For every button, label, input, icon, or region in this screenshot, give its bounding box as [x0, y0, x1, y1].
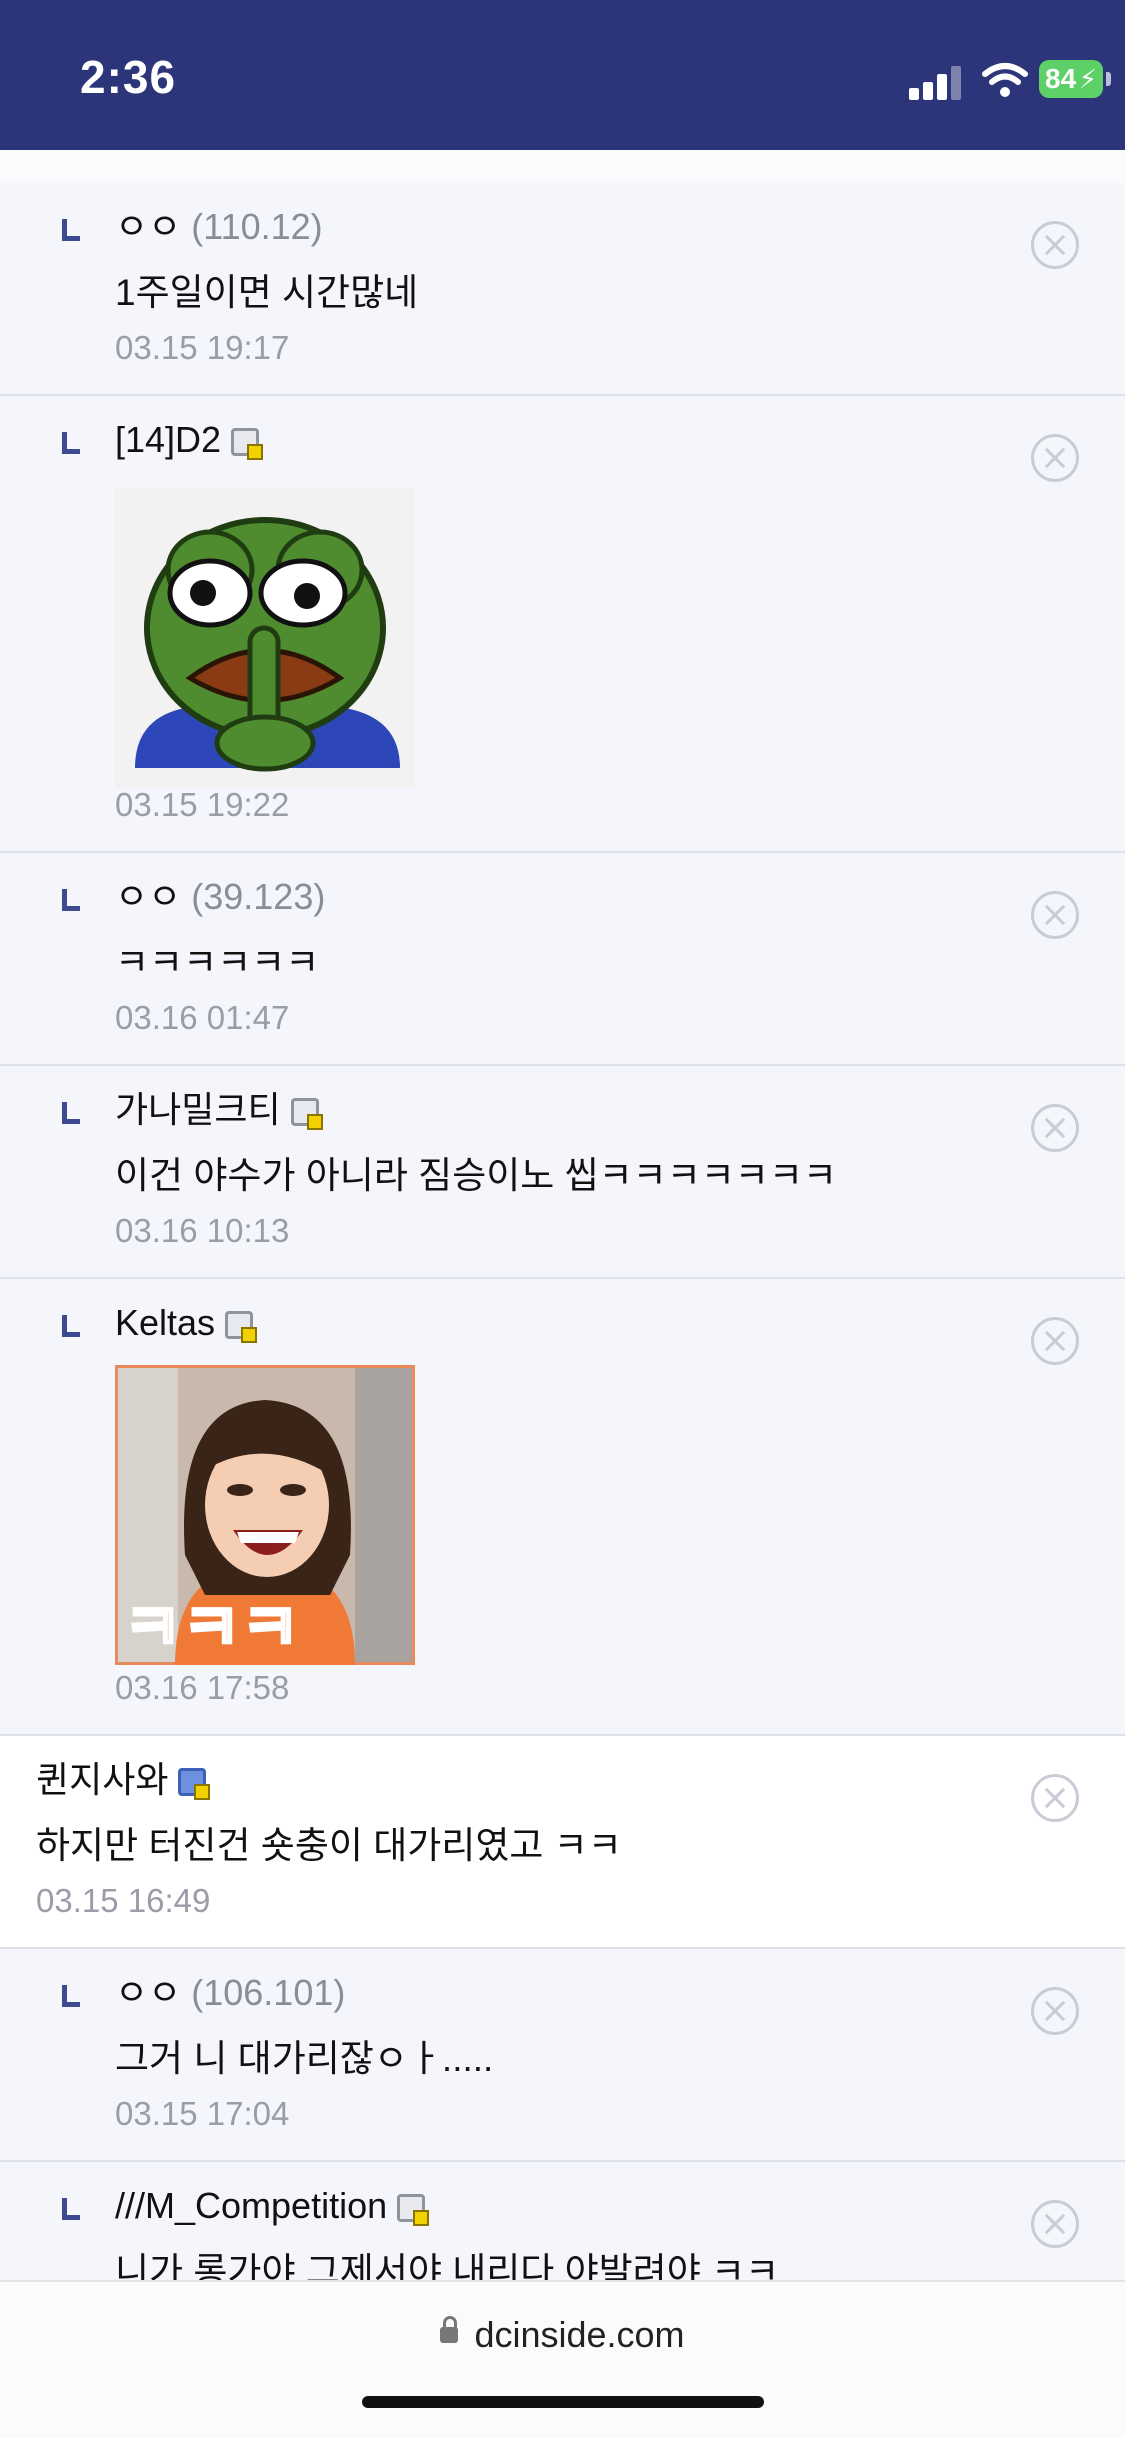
browser-bottom-bar: dcinside.com	[0, 2280, 1125, 2438]
delete-comment-button[interactable]	[1031, 891, 1079, 939]
gallery-badge-icon	[225, 1311, 258, 1344]
address-bar[interactable]: dcinside.com	[0, 2314, 1125, 2356]
reply-arrow-icon	[62, 1315, 80, 1337]
delete-comment-button[interactable]	[1031, 1774, 1079, 1822]
delete-comment-button[interactable]	[1031, 1987, 1079, 2035]
reply-arrow-icon	[62, 1985, 80, 2007]
pepe-shush-sticker	[115, 488, 415, 788]
cellular-signal-icon	[909, 64, 969, 100]
delete-comment-button[interactable]	[1031, 2200, 1079, 2248]
nickname[interactable]: ㅇㅇ	[115, 206, 181, 247]
delete-comment-button[interactable]	[1031, 1104, 1079, 1152]
laughing-girl-sticker: ㅋㅋㅋ	[115, 1365, 415, 1665]
comment-author[interactable]: ㅇㅇ (106.101)	[115, 1969, 345, 2017]
status-bar: 2:36 84 ⚡	[0, 0, 1125, 150]
comment-list: ㅇㅇ (110.12) 1주일이면 시간많네 03.15 19:17 [14]D2…	[0, 183, 1125, 2375]
home-indicator[interactable]	[362, 2396, 764, 2408]
nickname[interactable]: [14]D2	[115, 419, 221, 460]
reply-arrow-icon	[62, 1102, 80, 1124]
comment-date: 03.15 16:49	[36, 1882, 211, 1919]
comment-date: 03.15 17:04	[115, 2095, 290, 2132]
comment-date: 03.15 19:22	[115, 786, 290, 823]
status-time: 2:36	[80, 51, 177, 103]
comment-author[interactable]: ㅇㅇ (110.12)	[115, 203, 323, 251]
comment-item: 가나밀크티 이건 야수가 아니라 짐승이노 씹ㅋㅋㅋㅋㅋㅋㅋ 03.16 10:…	[0, 1066, 1125, 1279]
nickname[interactable]: 퀸지사와	[36, 1759, 168, 1800]
ip-address: (110.12)	[191, 206, 323, 247]
delete-comment-button[interactable]	[1031, 1317, 1079, 1365]
comment-date: 03.15 19:17	[115, 329, 290, 366]
list-top-edge	[0, 150, 1125, 185]
ip-address: (106.101)	[191, 1972, 346, 2013]
comment-date: 03.16 01:47	[115, 999, 290, 1036]
nickname[interactable]: ㅇㅇ	[115, 1972, 181, 2013]
comment-text: 이건 야수가 아니라 짐승이노 씹ㅋㅋㅋㅋㅋㅋㅋ	[115, 1155, 837, 1196]
battery-icon: 84 ⚡	[1039, 60, 1111, 98]
delete-comment-button[interactable]	[1031, 434, 1079, 482]
ip-address: (39.123)	[191, 876, 326, 917]
comment-item: Keltas ㅋㅋㅋ 03.16 17:58	[0, 1279, 1125, 1736]
gallery-badge-icon	[397, 2194, 430, 2227]
nickname[interactable]: Keltas	[115, 1302, 215, 1343]
comment-item: 퀸지사와 하지만 터진건 숏충이 대가리였고 ㅋㅋ 03.15 16:49	[0, 1736, 1125, 1949]
comment-text: 그거 니 대가리잖ㅇㅏ.....	[115, 2038, 494, 2079]
comment-author[interactable]: 가나밀크티	[115, 1086, 323, 1134]
comment-item: ㅇㅇ (39.123) ㅋㅋㅋㅋㅋㅋ 03.16 01:47	[0, 853, 1125, 1066]
sticker-text: ㅋㅋㅋ	[123, 1592, 300, 1665]
comment-author[interactable]: Keltas	[115, 1299, 258, 1347]
comment-author[interactable]: 퀸지사와	[36, 1756, 211, 1804]
battery-level: 84	[1045, 63, 1077, 94]
reply-arrow-icon	[62, 2198, 80, 2220]
fixed-nick-badge-icon	[178, 1768, 211, 1801]
comment-text: 하지만 터진건 숏충이 대가리였고 ㅋㅋ	[36, 1825, 622, 1866]
comment-author[interactable]: [14]D2	[115, 416, 264, 464]
comment-date: 03.16 17:58	[115, 1669, 290, 1706]
lock-icon	[440, 2316, 459, 2344]
gallery-badge-icon	[290, 1098, 323, 1131]
reply-arrow-icon	[62, 432, 80, 454]
gallery-badge-icon	[231, 428, 264, 461]
comment-item: ㅇㅇ (106.101) 그거 니 대가리잖ㅇㅏ..... 03.15 17:04	[0, 1949, 1125, 2162]
nickname[interactable]: ㅇㅇ	[115, 876, 181, 917]
comment-author[interactable]: ///M_Competition	[115, 2182, 430, 2230]
comment-text: ㅋㅋㅋㅋㅋㅋ	[115, 942, 320, 983]
comment-item: [14]D2 03.15 19:22	[0, 396, 1125, 853]
delete-comment-button[interactable]	[1031, 221, 1079, 269]
url-text[interactable]: dcinside.com	[474, 2314, 684, 2355]
reply-arrow-icon	[62, 889, 80, 911]
comment-author[interactable]: ㅇㅇ (39.123)	[115, 873, 325, 921]
reply-arrow-icon	[62, 219, 80, 241]
comment-text: 1주일이면 시간많네	[115, 272, 419, 313]
nickname[interactable]: ///M_Competition	[115, 2185, 387, 2226]
nickname[interactable]: 가나밀크티	[115, 1089, 281, 1130]
comment-item: ㅇㅇ (110.12) 1주일이면 시간많네 03.15 19:17	[0, 183, 1125, 396]
wifi-icon	[982, 63, 1028, 97]
comment-date: 03.16 10:13	[115, 1212, 290, 1249]
